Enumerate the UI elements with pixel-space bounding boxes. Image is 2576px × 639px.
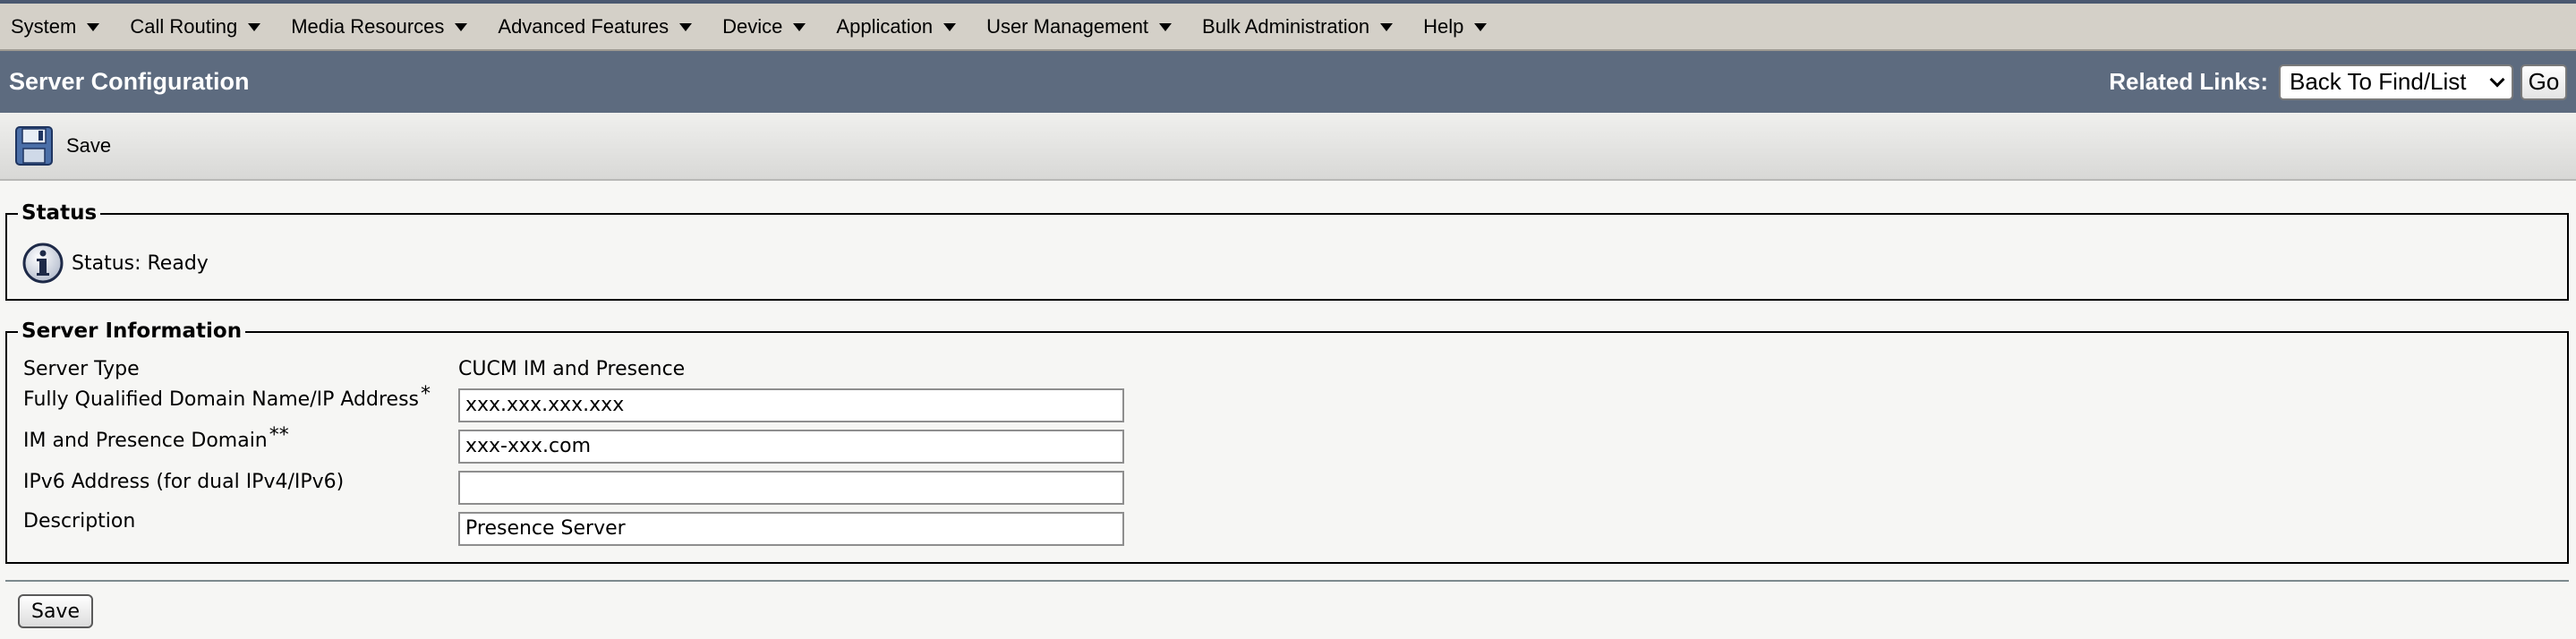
- menu-label: Advanced Features: [498, 14, 670, 38]
- status-section: Status Status: Ready: [5, 201, 2569, 301]
- menu-media-resources[interactable]: Media Resources: [291, 14, 468, 38]
- status-legend: Status: [18, 201, 101, 225]
- description-label: Description: [23, 510, 136, 532]
- title-bar: Server Configuration Related Links: Back…: [0, 51, 2576, 113]
- page-title: Server Configuration: [9, 68, 250, 95]
- chevron-down-icon: [2489, 72, 2505, 87]
- menu-label: Application: [836, 14, 934, 38]
- server-information-section: Server Information Server Type CUCM IM a…: [5, 320, 2569, 564]
- caret-down-icon: [1380, 23, 1394, 31]
- fqdn-label: Fully Qualified Domain Name/IP Address: [23, 388, 419, 411]
- caret-down-icon: [943, 23, 957, 31]
- divider: [5, 580, 2569, 582]
- caret-down-icon: [1474, 23, 1488, 31]
- menu-help[interactable]: Help: [1423, 14, 1488, 38]
- menu-application[interactable]: Application: [836, 14, 957, 38]
- caret-down-icon: [1159, 23, 1173, 31]
- main-menu-bar: System Call Routing Media Resources Adva…: [0, 0, 2576, 51]
- toolbar-save-button[interactable]: Save: [66, 134, 111, 158]
- domain-label-row: IM and Presence Domain**: [23, 424, 289, 452]
- menu-bulk-administration[interactable]: Bulk Administration: [1202, 14, 1394, 38]
- info-icon: [22, 243, 64, 284]
- caret-down-icon: [87, 23, 100, 31]
- required-marker: *: [421, 383, 431, 405]
- description-input[interactable]: Presence Server: [458, 512, 1124, 546]
- fqdn-input[interactable]: xxx.xxx.xxx.xxx: [458, 388, 1124, 422]
- server-type-label: Server Type: [23, 358, 140, 380]
- toolbar: Save: [0, 113, 2576, 181]
- menu-system[interactable]: System: [11, 14, 100, 38]
- caret-down-icon: [793, 23, 806, 31]
- domain-label: IM and Presence Domain: [23, 430, 268, 452]
- menu-label: Device: [722, 14, 783, 38]
- go-button[interactable]: Go: [2521, 64, 2567, 100]
- server-information-legend: Server Information: [18, 320, 246, 343]
- status-row: Status: Ready: [21, 242, 209, 285]
- menu-label: Call Routing: [130, 14, 238, 38]
- related-links-selected: Back To Find/List: [2290, 68, 2467, 95]
- menu-label: Bulk Administration: [1202, 14, 1370, 38]
- ipv6-label: IPv6 Address (for dual IPv4/IPv6): [23, 471, 345, 493]
- menu-label: User Management: [986, 14, 1149, 38]
- required-marker: **: [269, 424, 289, 447]
- related-links-select[interactable]: Back To Find/List: [2279, 64, 2513, 100]
- menu-label: Media Resources: [291, 14, 445, 38]
- menu-user-management[interactable]: User Management: [986, 14, 1173, 38]
- floppy-disk-icon[interactable]: [14, 125, 54, 166]
- status-text: Status: Ready: [72, 251, 209, 275]
- menu-device[interactable]: Device: [722, 15, 806, 38]
- caret-down-icon: [248, 23, 261, 31]
- related-links-label: Related Links:: [2109, 68, 2268, 95]
- caret-down-icon: [679, 23, 693, 31]
- ipv6-input[interactable]: [458, 471, 1124, 505]
- menu-call-routing[interactable]: Call Routing: [130, 14, 261, 38]
- fqdn-label-row: Fully Qualified Domain Name/IP Address*: [23, 383, 431, 411]
- server-type-value: CUCM IM and Presence: [458, 358, 686, 380]
- related-links: Related Links: Back To Find/List Go: [2109, 64, 2567, 100]
- domain-input[interactable]: xxx-xxx.com: [458, 430, 1124, 464]
- menu-label: Help: [1423, 14, 1464, 38]
- bottom-save-button[interactable]: Save: [18, 594, 93, 628]
- caret-down-icon: [455, 23, 468, 31]
- menu-advanced-features[interactable]: Advanced Features: [498, 14, 693, 38]
- menu-label: System: [11, 14, 77, 38]
